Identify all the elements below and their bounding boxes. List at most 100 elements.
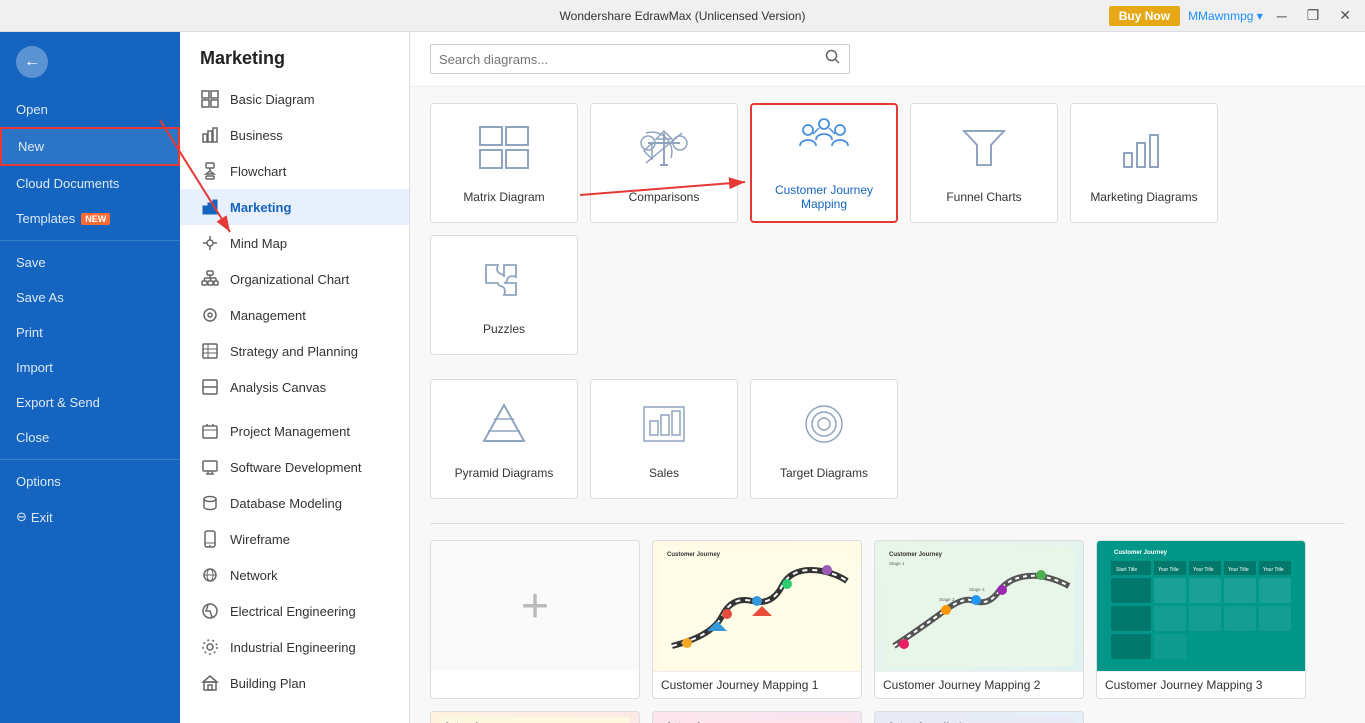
- sidebar-item-import[interactable]: Import: [0, 350, 180, 385]
- sidebar-item-save[interactable]: Save: [0, 245, 180, 280]
- orgchart-icon: [200, 269, 220, 289]
- category-item-building[interactable]: Building Plan: [180, 665, 409, 701]
- category-item-strategy[interactable]: Strategy and Planning: [180, 333, 409, 369]
- template-card-cj4[interactable]: Customer Journey Customer Journey Mappin…: [430, 711, 640, 723]
- category-item-industrial[interactable]: Industrial Engineering: [180, 629, 409, 665]
- network-icon: [200, 565, 220, 585]
- minimize-button[interactable]: ─: [1271, 6, 1293, 26]
- analysis-icon: [200, 377, 220, 397]
- category-item-analysis[interactable]: Analysis Canvas: [180, 369, 409, 405]
- title-bar: Wondershare EdrawMax (Unlicensed Version…: [0, 0, 1365, 32]
- matrix-diagram-icon: [476, 123, 532, 182]
- category-item-software[interactable]: Software Development: [180, 449, 409, 485]
- back-button[interactable]: ←: [0, 32, 180, 92]
- pyramid-label: Pyramid Diagrams: [455, 466, 554, 480]
- sidebar-item-close[interactable]: Close: [0, 420, 180, 455]
- type-card-puzzles[interactable]: Puzzles: [430, 235, 578, 355]
- sidebar-item-options[interactable]: Options: [0, 464, 180, 499]
- divider-2: [0, 459, 180, 460]
- marketing-diagrams-label: Marketing Diagrams: [1090, 190, 1197, 204]
- search-button[interactable]: [825, 49, 841, 69]
- type-card-target[interactable]: Target Diagrams: [750, 379, 898, 499]
- software-icon: [200, 457, 220, 477]
- diagram-types-grid-2: Pyramid Diagrams Sales: [430, 379, 1345, 499]
- category-item-database[interactable]: Database Modeling: [180, 485, 409, 521]
- category-item-orgchart[interactable]: Organizational Chart: [180, 261, 409, 297]
- template-card-cj6[interactable]: Category Phase 1 Phase 2 Phase 3 Phase 4: [874, 711, 1084, 723]
- sales-icon: [636, 399, 692, 458]
- category-title: Marketing: [180, 32, 409, 81]
- template-card-cj2[interactable]: Customer Journey Stage 1 Stage 2 Stage 3…: [874, 540, 1084, 699]
- puzzles-label: Puzzles: [483, 322, 525, 336]
- type-card-sales[interactable]: Sales: [590, 379, 738, 499]
- cj3-thumb: Start Title Your Title Your Title Your T…: [1097, 541, 1305, 671]
- sidebar-item-open[interactable]: Open: [0, 92, 180, 127]
- cj4-thumb: Customer Journey: [431, 712, 639, 723]
- restore-button[interactable]: ❒: [1301, 5, 1326, 26]
- svg-text:Stage 2: Stage 2: [939, 597, 955, 602]
- type-card-pyramid[interactable]: Pyramid Diagrams: [430, 379, 578, 499]
- type-card-comparisons[interactable]: Comparisons: [590, 103, 738, 223]
- search-input[interactable]: [439, 52, 825, 67]
- template-card-cj1[interactable]: Customer Journey Customer Journey Mappin…: [652, 540, 862, 699]
- electrical-icon: [200, 601, 220, 621]
- sidebar-item-saveas[interactable]: Save As: [0, 280, 180, 315]
- type-card-customer-journey[interactable]: Customer Journey Mapping: [750, 103, 898, 223]
- category-item-mindmap[interactable]: Mind Map: [180, 225, 409, 261]
- search-input-wrap[interactable]: [430, 44, 850, 74]
- category-sidebar: Marketing Basic Diagram Business Flowcha…: [180, 32, 410, 723]
- close-button[interactable]: ✕: [1333, 5, 1357, 26]
- comparisons-icon: [636, 123, 692, 182]
- target-label: Target Diagrams: [780, 466, 868, 480]
- sidebar-item-export[interactable]: Export & Send: [0, 385, 180, 420]
- svg-text:Your Title: Your Title: [1158, 567, 1179, 573]
- cj3-label: Customer Journey Mapping 3: [1097, 671, 1305, 698]
- basic-diagram-icon: [200, 89, 220, 109]
- sales-label: Sales: [649, 466, 679, 480]
- templates-grid: +: [430, 540, 1345, 699]
- svg-text:Your Title: Your Title: [1228, 567, 1249, 573]
- sidebar-item-exit[interactable]: ⊖ Exit: [0, 499, 180, 535]
- svg-text:Stage 3: Stage 3: [969, 587, 985, 592]
- search-bar-row: [410, 32, 1365, 87]
- template-card-cj3[interactable]: Start Title Your Title Your Title Your T…: [1096, 540, 1306, 699]
- strategy-icon: [200, 341, 220, 361]
- business-icon: [200, 125, 220, 145]
- type-card-funnel[interactable]: Funnel Charts: [910, 103, 1058, 223]
- svg-text:Customer Journey: Customer Journey: [889, 552, 943, 558]
- sidebar-item-cloud[interactable]: Cloud Documents: [0, 166, 180, 201]
- customer-journey-icon: [796, 116, 852, 175]
- template-card-cj5[interactable]: Customer Journey Customer Journey Mappin…: [652, 711, 862, 723]
- building-icon: [200, 673, 220, 693]
- category-item-wireframe[interactable]: Wireframe: [180, 521, 409, 557]
- category-item-business[interactable]: Business: [180, 117, 409, 153]
- buy-now-button[interactable]: Buy Now: [1109, 6, 1180, 26]
- new-badge: NEW: [81, 213, 110, 225]
- cj1-label: Customer Journey Mapping 1: [653, 671, 861, 698]
- sidebar-item-print[interactable]: Print: [0, 315, 180, 350]
- flowchart-icon: [200, 161, 220, 181]
- funnel-icon: [956, 123, 1012, 182]
- marketing-icon: [200, 197, 220, 217]
- category-item-basic[interactable]: Basic Diagram: [180, 81, 409, 117]
- left-sidebar: ← Open New Cloud Documents Templates NEW…: [0, 32, 180, 723]
- main-content: Matrix Diagram: [410, 32, 1365, 723]
- category-item-management[interactable]: Management: [180, 297, 409, 333]
- category-item-network[interactable]: Network: [180, 557, 409, 593]
- diagram-types-grid: Matrix Diagram: [430, 103, 1345, 355]
- category-item-flowchart[interactable]: Flowchart: [180, 153, 409, 189]
- svg-text:Your Title: Your Title: [1263, 567, 1284, 573]
- user-menu-button[interactable]: MMawnmpg ▾: [1188, 9, 1263, 23]
- type-card-marketing[interactable]: Marketing Diagrams: [1070, 103, 1218, 223]
- template-card-blank[interactable]: +: [430, 540, 640, 699]
- type-card-matrix[interactable]: Matrix Diagram: [430, 103, 578, 223]
- category-item-project[interactable]: Project Management: [180, 413, 409, 449]
- sidebar-item-new[interactable]: New: [0, 127, 180, 166]
- category-item-marketing[interactable]: Marketing: [180, 189, 409, 225]
- sidebar-item-templates[interactable]: Templates NEW: [0, 201, 180, 236]
- customer-journey-label: Customer Journey Mapping: [752, 183, 896, 211]
- cj6-thumb: Category Phase 1 Phase 2 Phase 3 Phase 4: [875, 712, 1083, 723]
- funnel-label: Funnel Charts: [946, 190, 1021, 204]
- category-item-electrical[interactable]: Electrical Engineering: [180, 593, 409, 629]
- svg-text:Your Title: Your Title: [1193, 567, 1214, 573]
